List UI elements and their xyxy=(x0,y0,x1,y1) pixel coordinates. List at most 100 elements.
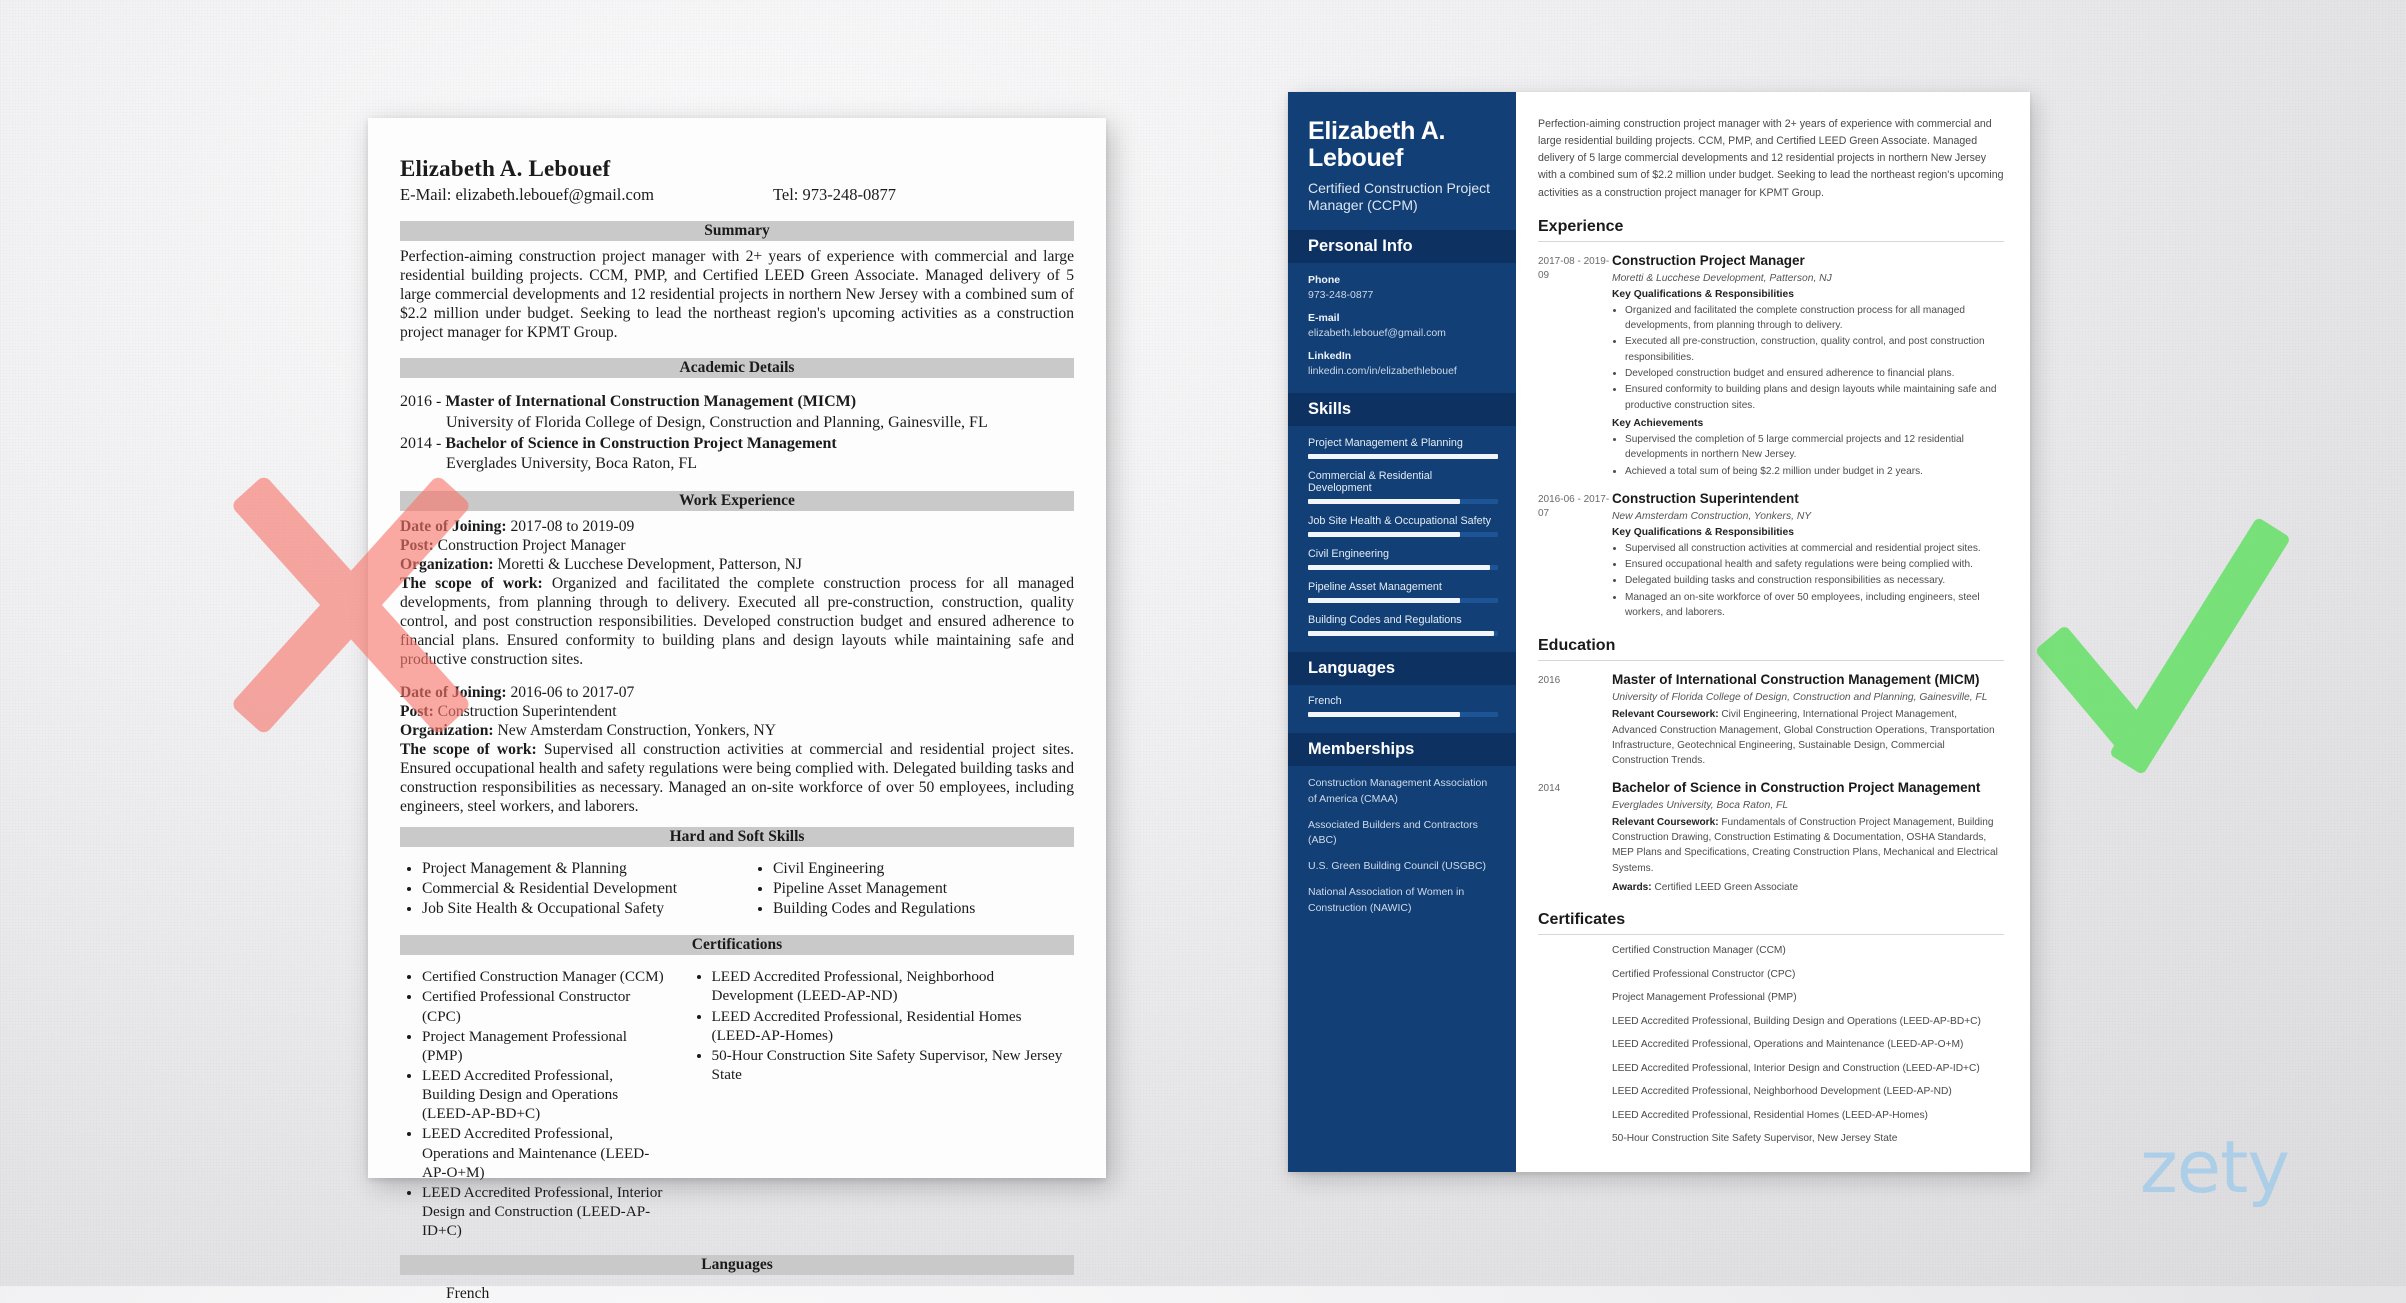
skill-label: Building Codes and Regulations xyxy=(1308,614,1462,627)
right-memberships-heading: Memberships xyxy=(1288,733,1516,767)
bad-resume-document: Elizabeth A. Lebouef E-Mail: elizabeth.l… xyxy=(368,118,1106,1302)
right-linkedin-value[interactable]: linkedin.com/in/elizabethlebouef xyxy=(1308,365,1498,377)
qualifications-label: Key Qualifications & Responsibilities xyxy=(1612,526,1794,538)
right-summary-text: Perfection-aiming construction project m… xyxy=(1538,118,2004,199)
membership-item: U.S. Green Building Council (USGBC) xyxy=(1308,860,1486,873)
education-coursework: Relevant Coursework: Fundamentals of Con… xyxy=(1612,815,2004,876)
left-candidate-name: Elizabeth A. Lebouef xyxy=(400,156,611,181)
list-item: Project Management Professional (PMP) xyxy=(422,1027,668,1065)
language-label: French xyxy=(1308,695,1342,708)
language-row: French xyxy=(1308,695,1498,718)
list-item: 50-Hour Construction Site Safety Supervi… xyxy=(712,1046,1074,1084)
list-item: LEED Accredited Professional, Interior D… xyxy=(422,1183,668,1240)
membership-item: Associated Builders and Contractors (ABC… xyxy=(1308,818,1478,847)
list-item: Supervised the completion of 5 large com… xyxy=(1625,432,2004,463)
list-item: Achieved a total sum of being $2.2 milli… xyxy=(1625,464,2004,479)
certificate-item: Project Management Professional (PMP) xyxy=(1612,992,1797,1004)
left-education-entry: 2014 - Bachelor of Science in Constructi… xyxy=(400,434,1074,476)
list-item: LEED Accredited Professional, Neighborho… xyxy=(712,967,1074,1005)
left-edu-school: Everglades University, Boca Raton, FL xyxy=(446,455,698,473)
skill-bar-fill xyxy=(1308,454,1498,460)
left-edu-degree: Bachelor of Science in Construction Proj… xyxy=(445,434,837,452)
right-education-heading: Education xyxy=(1538,637,2004,662)
left-languages-heading: Languages xyxy=(400,1255,1074,1276)
language-bar-track xyxy=(1308,712,1498,718)
zety-logo: zety xyxy=(2140,1125,2290,1209)
skill-bar-track xyxy=(1308,532,1498,538)
left-edu-year: 2014 - xyxy=(400,434,446,452)
education-degree: Bachelor of Science in Construction Proj… xyxy=(1612,779,1981,795)
right-email-value: elizabeth.lebouef@gmail.com xyxy=(1308,327,1446,340)
experience-org: New Amsterdam Construction, Yonkers, NY xyxy=(1612,510,1812,522)
skill-label: Pipeline Asset Management xyxy=(1308,581,1442,594)
achievements-label: Key Achievements xyxy=(1612,417,1704,429)
left-academic-heading: Academic Details xyxy=(400,358,1074,379)
certificate-item: LEED Accredited Professional, Interior D… xyxy=(1612,1062,1980,1074)
skill-bar-track xyxy=(1308,565,1498,571)
left-certs-column-1: Certified Construction Manager (CCM) Cer… xyxy=(400,967,668,1241)
experience-entry: 2017-08 - 2019-09 Construction Project M… xyxy=(1538,253,2004,480)
education-date: 2014 xyxy=(1538,782,1561,794)
right-email-label: E-mail xyxy=(1308,312,1340,325)
skill-label: Civil Engineering xyxy=(1308,548,1390,561)
education-degree: Master of International Construction Man… xyxy=(1612,672,1980,688)
list-item: Ensured conformity to building plans and… xyxy=(1625,382,2004,413)
left-contact-row: E-Mail: elizabeth.lebouef@gmail.com Tel:… xyxy=(400,185,1074,205)
certificate-item: LEED Accredited Professional, Building D… xyxy=(1612,1015,1981,1027)
left-summary-heading: Summary xyxy=(400,221,1074,241)
skill-label: Job Site Health & Occupational Safety xyxy=(1308,515,1492,528)
left-job-post-label: Post: xyxy=(400,703,434,721)
right-phone-label: Phone xyxy=(1308,274,1341,287)
skill-row: Job Site Health & Occupational Safety xyxy=(1308,515,1498,538)
awards-label: Awards: xyxy=(1612,881,1652,893)
skill-row: Commercial & Residential Development xyxy=(1308,470,1498,505)
list-item: Delegated building tasks and constructio… xyxy=(1625,573,2004,588)
skill-bar-track xyxy=(1308,499,1498,505)
list-item: Developed construction budget and ensure… xyxy=(1625,366,2004,381)
skill-row: Building Codes and Regulations xyxy=(1308,614,1498,637)
education-school: Everglades University, Boca Raton, FL xyxy=(1612,799,1789,811)
skill-bar-fill xyxy=(1308,499,1460,505)
education-date: 2016 xyxy=(1538,675,1561,687)
background-texture xyxy=(0,0,2406,1286)
right-personal-info-heading: Personal Info xyxy=(1288,230,1516,264)
certificate-item: 50-Hour Construction Site Safety Supervi… xyxy=(1612,1133,1898,1145)
skill-bar-fill xyxy=(1308,532,1460,538)
right-experience-heading: Experience xyxy=(1538,218,2004,242)
right-main-column: Perfection-aiming construction project m… xyxy=(1516,92,2030,1172)
list-item: LEED Accredited Professional, Residentia… xyxy=(712,1007,1074,1045)
skill-bar-fill xyxy=(1308,565,1491,571)
education-entry: 2014 Bachelor of Science in Construction… xyxy=(1538,780,2004,896)
left-skills-column-1: Project Management & Planning Commercial… xyxy=(400,859,723,920)
left-edu-school: University of Florida College of Design,… xyxy=(446,413,988,431)
experience-body: Construction Project Manager Moretti & L… xyxy=(1612,253,2004,480)
left-job-post-label: Post: xyxy=(400,537,434,555)
experience-date: 2017-08 - 2019-09 xyxy=(1538,255,1610,282)
certificate-item: LEED Accredited Professional, Operations… xyxy=(1612,1039,1964,1051)
left-job-entry: Date of Joining: 2016-06 to 2017-07 Post… xyxy=(400,683,1074,816)
left-job-org-label: Organization: xyxy=(400,556,494,574)
right-phone-value: 973-248-0877 xyxy=(1308,289,1374,302)
left-job-date-value: 2017-08 to 2019-09 xyxy=(506,518,635,536)
membership-item: Construction Management Association of A… xyxy=(1308,777,1488,805)
list-item: LEED Accredited Professional, Building D… xyxy=(422,1066,668,1123)
left-certifications-heading: Certifications xyxy=(400,935,1074,956)
right-languages-heading: Languages xyxy=(1288,652,1516,686)
list-item: Civil Engineering xyxy=(773,859,1074,879)
list-item: Project Management & Planning xyxy=(422,859,723,879)
left-skills-column-2: Civil Engineering Pipeline Asset Managem… xyxy=(751,859,1074,920)
skill-label: Project Management & Planning xyxy=(1308,437,1463,450)
education-coursework: Relevant Coursework: Civil Engineering, … xyxy=(1612,707,2004,768)
left-job-scope-label: The scope of work: xyxy=(400,575,543,593)
list-item: Organized and facilitated the complete c… xyxy=(1625,303,2004,334)
right-linkedin-label: LinkedIn xyxy=(1308,350,1352,363)
coursework-label: Relevant Coursework: xyxy=(1612,816,1719,828)
left-job-entry: Date of Joining: 2017-08 to 2019-09 Post… xyxy=(400,517,1074,669)
experience-role: Construction Project Manager xyxy=(1612,252,1805,268)
list-item: Executed all pre-construction, construct… xyxy=(1625,334,2004,365)
certificate-item: LEED Accredited Professional, Neighborho… xyxy=(1612,1086,1952,1098)
education-entry: 2016 Master of International Constructio… xyxy=(1538,672,2004,768)
coursework-label: Relevant Coursework: xyxy=(1612,709,1719,721)
left-edu-degree: Master of International Construction Man… xyxy=(445,393,857,411)
education-school: University of Florida College of Design,… xyxy=(1612,692,1988,704)
